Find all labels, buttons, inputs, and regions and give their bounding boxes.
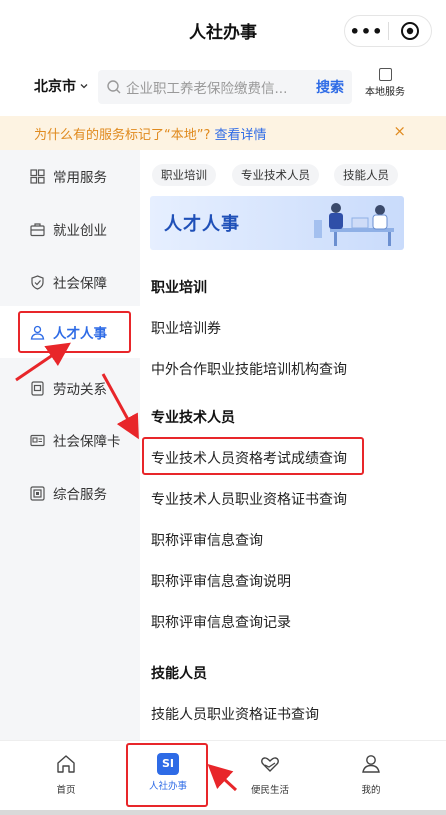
section-title-professional: 专业技术人员: [151, 410, 235, 426]
sidebar-item-card[interactable]: 社会保障卡: [30, 428, 121, 452]
service-link[interactable]: 职称评审信息查询记录: [151, 612, 291, 632]
sidebar-item-labor[interactable]: 劳动关系: [30, 376, 107, 400]
tag-skilled-workers[interactable]: 技能人员: [334, 164, 398, 186]
tab-home[interactable]: 首页: [36, 753, 96, 796]
chevron-down-icon: [80, 84, 88, 89]
highlight-box-exam-link: [142, 437, 364, 475]
briefcase-icon: [30, 222, 45, 236]
notice-bar: 为什么有的服务标记了“本地”? 查看详情 ×: [0, 116, 446, 150]
sidebar-item-common[interactable]: 常用服务: [30, 164, 107, 188]
section-title-skilled: 技能人员: [151, 666, 207, 682]
sidebar-item-social-security[interactable]: 社会保障: [30, 270, 107, 294]
search-input[interactable]: 企业职工养老保险缴费信... 搜索: [98, 70, 352, 104]
tab-label: 便民生活: [250, 785, 289, 796]
sidebar-item-label: 常用服务: [53, 170, 107, 186]
search-placeholder: 企业职工养老保险缴费信...: [126, 81, 288, 97]
document-icon: [31, 380, 44, 396]
tab-label: 首页: [56, 785, 76, 796]
tab-life[interactable]: 便民生活: [240, 753, 300, 796]
mini-program-capsule: •••: [344, 15, 432, 47]
service-link[interactable]: 中外合作职业技能培训机构查询: [151, 359, 347, 379]
sidebar-item-label: 社会保障卡: [53, 434, 121, 450]
sidebar-item-label: 社会保障: [53, 276, 107, 292]
close-icon[interactable]: ×: [393, 122, 406, 140]
search-icon: [107, 80, 121, 94]
grid-icon: [30, 168, 45, 184]
category-sidebar: 常用服务 就业创业 社会保障 人才人事 劳动关系 社会保障卡 综合服务: [0, 150, 140, 740]
more-dots-icon[interactable]: •••: [345, 22, 388, 41]
sidebar-item-employment[interactable]: 就业创业: [30, 217, 107, 241]
notice-text-wrap: 为什么有的服务标记了“本地”? 查看详情: [34, 124, 267, 143]
target-icon[interactable]: [389, 21, 431, 41]
section-title-vocational: 职业培训: [151, 280, 207, 296]
notice-link[interactable]: 查看详情: [215, 128, 267, 143]
service-link[interactable]: 职称评审信息查询: [151, 530, 263, 550]
service-icon: [30, 485, 45, 501]
tag-vocational-training[interactable]: 职业培训: [152, 164, 216, 186]
checkbox-icon: [378, 68, 392, 81]
local-service-button[interactable]: 本地服务: [360, 68, 410, 98]
city-label: 北京市: [34, 79, 76, 95]
tab-mine[interactable]: 我的: [341, 753, 401, 796]
home-icon: [57, 755, 75, 773]
sidebar-item-label: 就业创业: [53, 223, 107, 239]
shield-icon: [31, 274, 44, 290]
banner-title: 人才人事: [164, 214, 240, 235]
service-link[interactable]: 技能人员职业资格证书查询: [151, 704, 319, 724]
sidebar-item-general[interactable]: 综合服务: [30, 481, 107, 505]
local-service-label: 本地服务: [365, 87, 405, 98]
top-bar: 人社办事 •••: [0, 0, 446, 62]
bottom-tab-bar: 首页 SI 人社办事 便民生活 我的: [0, 740, 446, 810]
search-button[interactable]: 搜索: [316, 77, 344, 97]
office-illustration: [314, 203, 394, 246]
search-row: 北京市 企业职工养老保险缴费信... 搜索 本地服务: [0, 62, 446, 114]
city-selector[interactable]: 北京市: [34, 76, 89, 96]
user-icon: [362, 755, 380, 773]
notice-text: 为什么有的服务标记了“本地”?: [34, 128, 211, 143]
bottom-strip: [0, 810, 446, 815]
service-link[interactable]: 专业技术人员职业资格证书查询: [151, 489, 347, 509]
tab-label: 我的: [361, 785, 381, 796]
heart-hand-icon: [261, 757, 279, 772]
sidebar-item-label: 综合服务: [53, 487, 107, 503]
tag-professional-technical[interactable]: 专业技术人员: [232, 164, 319, 186]
service-link[interactable]: 职业培训券: [151, 318, 221, 338]
service-link[interactable]: 职称评审信息查询说明: [151, 571, 291, 591]
category-banner: 人才人事: [150, 196, 404, 250]
highlight-box-tab: [126, 743, 208, 807]
highlight-box-sidebar: [18, 311, 131, 353]
sidebar-item-label: 劳动关系: [53, 382, 107, 398]
card-icon: [30, 434, 45, 446]
